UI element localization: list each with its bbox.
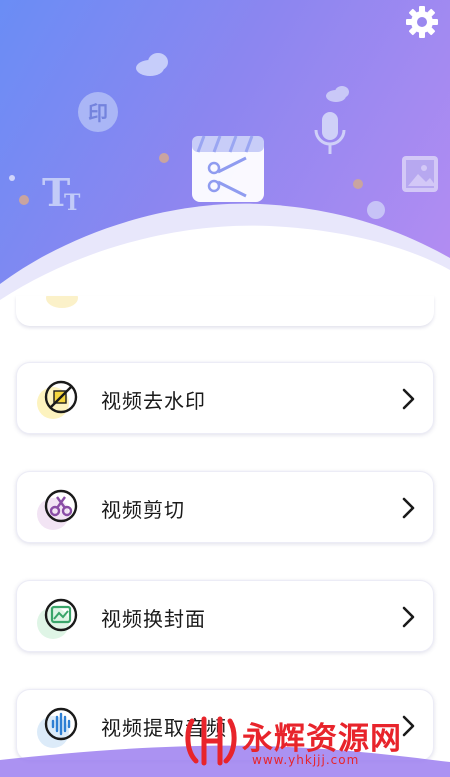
svg-text:T: T xyxy=(64,190,81,216)
svg-text:印: 印 xyxy=(88,101,108,125)
menu-item-label: 视频去水印 xyxy=(101,389,206,413)
chevron-right-icon xyxy=(402,388,415,410)
chevron-right-icon xyxy=(402,497,415,519)
menu-icon-partial xyxy=(46,296,78,308)
no-watermark-icon xyxy=(37,380,78,419)
chevron-right-icon xyxy=(402,606,415,628)
image-icon xyxy=(402,156,438,192)
gear-icon[interactable] xyxy=(404,4,440,40)
header-banner: 印 T T xyxy=(0,0,450,300)
microphone-icon xyxy=(314,112,346,154)
menu-item-remove-watermark[interactable]: 视频去水印 xyxy=(16,362,434,434)
menu-card-partial[interactable] xyxy=(16,296,434,326)
menu-item-label: 视频换封面 xyxy=(101,607,206,631)
scissors-icon xyxy=(37,489,78,530)
header-wave: 印 T T xyxy=(0,53,450,300)
watermark-text: 永辉资源网 xyxy=(242,721,402,757)
cloud-icon xyxy=(326,86,349,102)
menu-item-change-cover[interactable]: 视频换封面 xyxy=(16,580,434,652)
cloud-icon xyxy=(136,53,168,76)
video-edit-icon xyxy=(192,135,264,202)
menu-item-label: 视频剪切 xyxy=(101,498,185,522)
cover-image-icon xyxy=(37,598,78,639)
watermark-logo xyxy=(185,716,237,766)
site-watermark: 永辉资源网 www.yhkjjj.com xyxy=(176,709,426,769)
watermark-url: www.yhkjjj.com xyxy=(252,753,360,767)
menu-item-video-cut[interactable]: 视频剪切 xyxy=(16,471,434,543)
